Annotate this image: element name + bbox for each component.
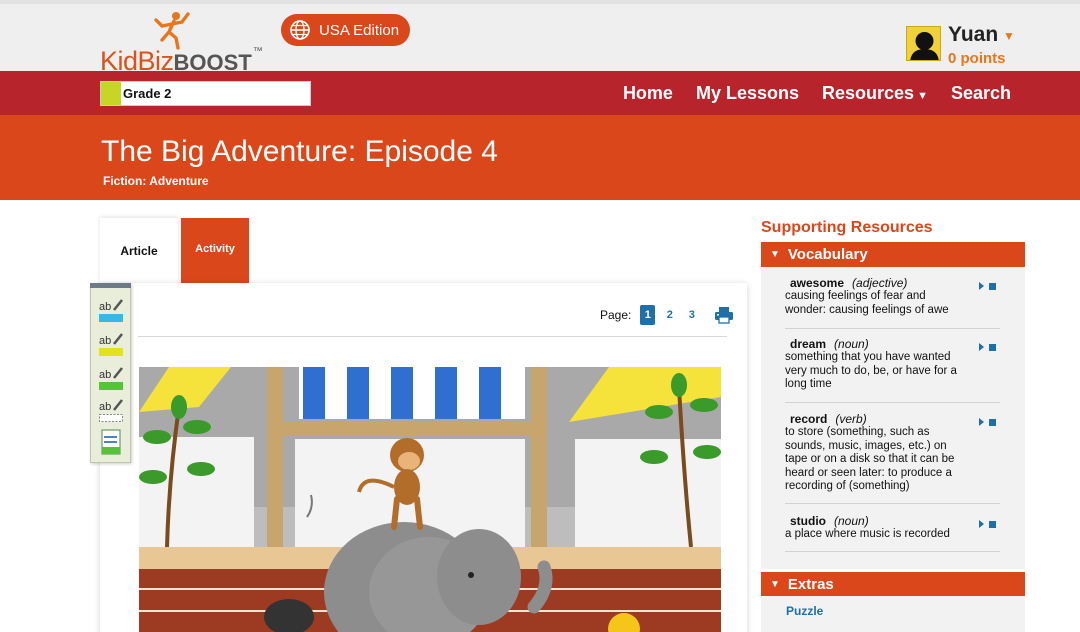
- play-icon[interactable]: [979, 282, 984, 290]
- nav-links: Home My Lessons Resources ▼ Search: [623, 71, 1011, 115]
- vocab-definition: something that you have wanted very much…: [785, 351, 957, 391]
- tab-article[interactable]: Article: [100, 218, 178, 284]
- vocab-part-of-speech: (adjective): [852, 276, 908, 290]
- page-1-button[interactable]: 1: [640, 305, 656, 325]
- user-menu-caret-icon[interactable]: ▼: [1003, 29, 1015, 43]
- svg-text:ab: ab: [99, 335, 111, 347]
- play-icon[interactable]: [979, 343, 984, 351]
- vocab-audio-controls[interactable]: [979, 520, 996, 528]
- edition-button[interactable]: USA Edition: [281, 14, 410, 46]
- page-title: The Big Adventure: Episode 4: [101, 135, 498, 168]
- page-2-button[interactable]: 2: [662, 305, 677, 325]
- vocab-part-of-speech: (noun): [834, 514, 869, 528]
- erase-highlight-icon[interactable]: ab: [98, 396, 124, 424]
- stop-icon[interactable]: [989, 282, 996, 290]
- user-silhouette-icon: [910, 32, 939, 60]
- title-band: The Big Adventure: Episode 4 Fiction: Ad…: [0, 115, 1080, 200]
- nav-home[interactable]: Home: [623, 83, 673, 104]
- vocab-word: record: [790, 412, 828, 426]
- article-panel: Page: 1 2 3: [100, 283, 747, 632]
- vocab-audio-controls[interactable]: [979, 418, 996, 426]
- vocab-item-studio: studio (noun) a place where music is reco…: [785, 514, 1000, 552]
- vocab-audio-controls[interactable]: [979, 343, 996, 351]
- vocab-definition: causing feelings of fear and wonder: cau…: [785, 290, 949, 316]
- vocab-definition: to store (something, such as sounds, mus…: [785, 426, 955, 493]
- vocab-part-of-speech: (verb): [835, 412, 867, 426]
- kidbiz-logo[interactable]: KidBizBOOST™: [100, 10, 280, 76]
- collapse-triangle-icon: ▼: [770, 579, 780, 590]
- divider: [138, 336, 727, 337]
- edition-label: USA Edition: [319, 21, 400, 39]
- article-genre: Fiction: Adventure: [103, 174, 209, 188]
- vocab-item-dream: dream (noun) something that you have want…: [785, 337, 1000, 403]
- annotation-toolbar: ab ab ab ab: [90, 283, 131, 463]
- illustration-elephant-monkey: [139, 367, 721, 632]
- svg-text:ab: ab: [99, 369, 111, 381]
- nav-search[interactable]: Search: [951, 83, 1011, 104]
- main-nav: Grade 2 Home My Lessons Resources ▼ Searc…: [0, 71, 1080, 115]
- runner-logo-icon: [154, 12, 190, 50]
- top-bar: KidBizBOOST™ USA Edition Yuan ▼ 0 points: [0, 0, 1080, 76]
- nav-resources-label: Resources: [822, 82, 915, 103]
- vocab-item-record: record (verb) to store (something, such a…: [785, 412, 1000, 504]
- highlight-green-icon[interactable]: ab: [98, 364, 124, 392]
- grade-label: Grade 2: [123, 86, 172, 101]
- supporting-resources-heading: Supporting Resources: [761, 219, 933, 236]
- pager-label: Page:: [600, 308, 632, 322]
- stop-icon[interactable]: [989, 343, 996, 351]
- notes-icon[interactable]: [98, 428, 124, 456]
- vocab-audio-controls[interactable]: [979, 282, 996, 290]
- svg-text:ab: ab: [99, 301, 111, 313]
- pagination: Page: 1 2 3: [600, 305, 734, 325]
- collapse-triangle-icon: ▼: [770, 249, 780, 260]
- extras-list: Puzzle: [761, 596, 1025, 632]
- vocab-definition: a place where music is recorded: [785, 528, 950, 540]
- svg-text:ab: ab: [99, 401, 111, 413]
- stop-icon[interactable]: [989, 418, 996, 426]
- puzzle-link[interactable]: Puzzle: [786, 604, 823, 618]
- avatar[interactable]: [906, 26, 941, 61]
- vocab-word: studio: [790, 514, 826, 528]
- vocab-word: dream: [790, 337, 827, 351]
- vocab-word: awesome: [790, 276, 845, 290]
- play-icon[interactable]: [979, 418, 984, 426]
- printer-icon[interactable]: [714, 306, 734, 324]
- grade-selector[interactable]: Grade 2: [100, 81, 311, 106]
- user-name[interactable]: Yuan: [948, 23, 998, 47]
- highlight-blue-icon[interactable]: ab: [98, 296, 124, 324]
- nav-my-lessons[interactable]: My Lessons: [696, 83, 799, 104]
- vocabulary-section-header[interactable]: ▼ Vocabulary: [761, 242, 1025, 267]
- globe-icon: [290, 20, 310, 40]
- extras-title: Extras: [787, 576, 834, 593]
- extras-section-header[interactable]: ▼ Extras: [761, 572, 1025, 597]
- vocabulary-title: Vocabulary: [787, 246, 868, 263]
- highlight-yellow-icon[interactable]: ab: [98, 330, 124, 358]
- nav-resources[interactable]: Resources ▼: [822, 83, 928, 104]
- user-points: 0 points: [948, 50, 1006, 67]
- grade-color-swatch: [101, 82, 121, 105]
- vocabulary-list: awesome (adjective) causing feelings of f…: [761, 267, 1025, 569]
- stop-icon[interactable]: [989, 520, 996, 528]
- page-3-button[interactable]: 3: [684, 305, 699, 325]
- play-icon[interactable]: [979, 520, 984, 528]
- story-illustration: [139, 367, 721, 632]
- vocab-part-of-speech: (noun): [834, 337, 869, 351]
- resources-caret-icon: ▼: [917, 89, 928, 102]
- tab-activity[interactable]: Activity: [181, 218, 249, 283]
- vocab-item-awesome: awesome (adjective) causing feelings of f…: [785, 276, 1000, 329]
